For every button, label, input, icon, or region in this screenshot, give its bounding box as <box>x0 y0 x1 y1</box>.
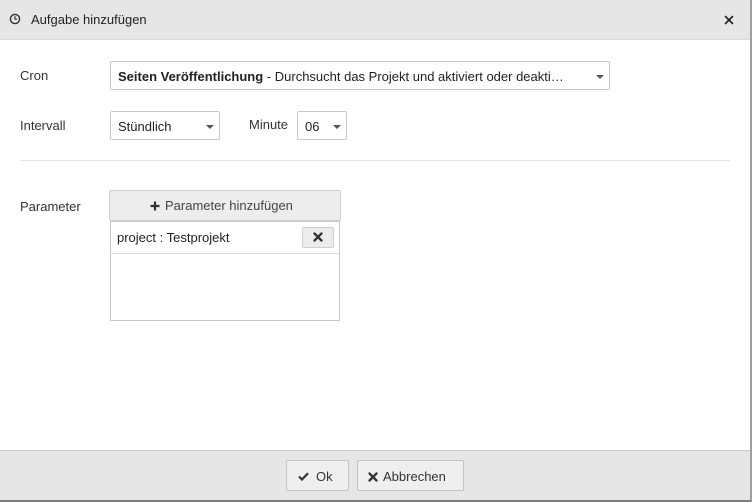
chevron-down-icon <box>333 125 341 129</box>
interval-select[interactable]: Stündlich <box>110 111 220 140</box>
minute-select[interactable]: 06 <box>297 111 347 140</box>
parameter-text: project : Testprojekt <box>117 230 230 245</box>
dialog-titlebar: Aufgabe hinzufügen <box>0 0 750 40</box>
list-item: project : Testprojekt <box>111 222 339 254</box>
clock-icon <box>9 13 21 25</box>
minute-selected-value: 06 <box>305 119 320 134</box>
cancel-label: Abbrechen <box>383 469 446 484</box>
interval-selected-value: Stündlich <box>118 119 172 134</box>
interval-label: Intervall <box>20 118 66 133</box>
add-parameter-button[interactable]: Parameter hinzufügen <box>109 190 341 221</box>
x-icon <box>368 472 378 482</box>
remove-x-icon <box>313 232 323 242</box>
dialog-footer: Ok Abbrechen <box>0 450 750 500</box>
chevron-down-icon <box>596 75 604 79</box>
cron-label: Cron <box>20 68 49 83</box>
chevron-down-icon <box>206 125 214 129</box>
dialog-title: Aufgabe hinzufügen <box>31 12 147 27</box>
ok-label: Ok <box>316 469 333 484</box>
cancel-button[interactable]: Abbrechen <box>357 460 464 491</box>
remove-parameter-button[interactable] <box>302 227 334 248</box>
add-task-dialog: Aufgabe hinzufügen Cron Seiten Veröffent… <box>0 0 752 502</box>
parameter-list: project : Testprojekt <box>110 221 340 321</box>
parameter-label: Parameter <box>20 199 81 214</box>
cron-selected-description: - Durchsucht das Projekt und aktiviert o… <box>263 69 564 84</box>
cron-selected-value: Seiten Veröffentlichung - Durchsucht das… <box>118 69 590 84</box>
check-icon <box>298 472 309 481</box>
close-icon[interactable] <box>721 12 737 28</box>
minute-label: Minute <box>249 117 289 132</box>
divider <box>20 160 730 161</box>
cron-select[interactable]: Seiten Veröffentlichung - Durchsucht das… <box>110 61 610 90</box>
plus-icon <box>150 201 160 211</box>
add-parameter-label: Parameter hinzufügen <box>165 198 293 213</box>
cron-selected-name: Seiten Veröffentlichung <box>118 69 264 84</box>
ok-button[interactable]: Ok <box>286 460 349 491</box>
